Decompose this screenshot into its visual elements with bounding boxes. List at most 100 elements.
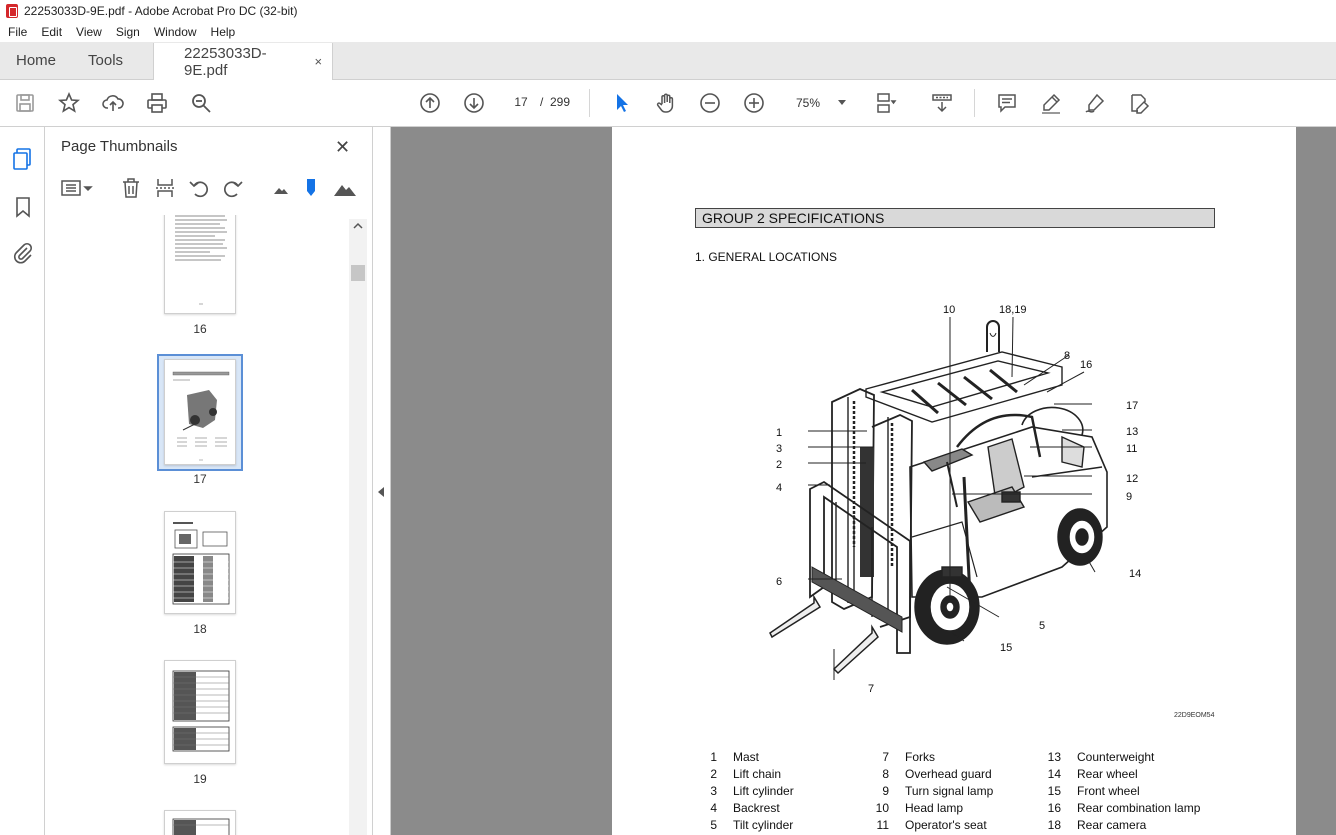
document-viewer[interactable]: GROUP 2 SPECIFICATIONS 1. GENERAL LOCATI… — [391, 127, 1336, 835]
legend-row: 8 Overhead guard — [882, 767, 992, 781]
thumbnail-page-partial[interactable] — [164, 810, 236, 835]
group-heading: GROUP 2 SPECIFICATIONS — [695, 208, 1215, 228]
callout-label: 15 — [1000, 642, 1013, 654]
scrollbar-thumb[interactable] — [351, 265, 365, 281]
thumbnail-tools — [45, 173, 373, 207]
rotate-counterclockwise-icon[interactable] — [188, 177, 210, 199]
page-separator: / — [540, 95, 544, 109]
left-navigation-rail — [0, 127, 45, 835]
legend-row: 9 Turn signal lamp — [882, 784, 994, 798]
callout-label: 1 — [776, 427, 783, 439]
scroll-up-icon[interactable] — [349, 219, 367, 233]
menu-sign[interactable]: Sign — [108, 25, 146, 39]
print-icon[interactable] — [145, 91, 169, 115]
find-zoom-icon[interactable] — [189, 91, 213, 115]
callout-label: 9 — [1126, 491, 1133, 503]
menu-window[interactable]: Window — [146, 25, 203, 39]
tab-home[interactable]: Home — [0, 42, 72, 79]
thumbnail-size-slider-icon[interactable] — [300, 177, 322, 199]
legend-row: 5 Tilt cylinder — [710, 818, 794, 832]
thumbnail-label: 19 — [193, 772, 207, 786]
reduce-thumbnail-icon[interactable] — [270, 177, 292, 199]
callout-label: 6 — [776, 576, 783, 588]
close-icon[interactable]: ✕ — [335, 137, 350, 158]
menu-edit[interactable]: Edit — [33, 25, 68, 39]
figure-code: 22D9EOM54 — [1174, 712, 1215, 719]
menu-bar: File Edit View Sign Window Help — [0, 22, 1336, 42]
thumbnail-page-18[interactable] — [164, 511, 236, 614]
select-cursor-icon[interactable] — [610, 91, 634, 115]
tab-document-label: 22253033D-9E.pdf — [184, 44, 267, 79]
callout-label: 16 — [1080, 359, 1093, 371]
upload-cloud-icon[interactable] — [101, 91, 125, 115]
callout-label: 3 — [776, 443, 783, 455]
thumbnail-preview — [172, 371, 230, 461]
draw-sign-icon[interactable] — [1083, 91, 1107, 115]
page-thumbnails-icon[interactable] — [11, 147, 35, 171]
edit-document-icon[interactable] — [1127, 91, 1151, 115]
zoom-value: 75% — [796, 96, 821, 110]
panel-collapse-handle[interactable] — [373, 127, 391, 835]
save-icon[interactable] — [13, 91, 37, 115]
bookmarks-icon[interactable] — [11, 195, 35, 219]
pdf-page: GROUP 2 SPECIFICATIONS 1. GENERAL LOCATI… — [612, 127, 1296, 835]
callout-label: 5 — [1039, 620, 1046, 632]
chevron-left-icon — [378, 487, 384, 497]
zoom-out-icon[interactable] — [698, 91, 722, 115]
legend-row: 16 Rear combination lamp — [1047, 801, 1201, 815]
legend-row: 2 Lift chain — [710, 767, 782, 781]
page-number-input[interactable]: 17 — [506, 90, 536, 114]
toolbar-divider — [974, 89, 975, 117]
highlight-pen-icon[interactable] — [1039, 91, 1063, 115]
tab-bar: Home Tools 22253033D-9E.pdf × — [0, 42, 1336, 80]
menu-view[interactable]: View — [68, 25, 108, 39]
thumbnail-preview — [172, 670, 230, 752]
next-page-icon[interactable] — [462, 91, 486, 115]
legend-row: 7 Forks — [882, 750, 935, 764]
thumbnail-label: 17 — [193, 472, 207, 486]
acrobat-icon — [6, 4, 18, 18]
thumbnail-options-icon[interactable] — [61, 177, 95, 199]
callout-label: 10 — [943, 304, 956, 316]
legend-column-3: 13 Counterweight 14 Rear wheel 15 Front whe… — [1039, 750, 1201, 835]
callout-label: 2 — [776, 459, 783, 471]
page-display-icon[interactable] — [874, 91, 898, 115]
main-toolbar: 17 / 299 75% — [0, 80, 1336, 127]
menu-help[interactable]: Help — [203, 25, 242, 39]
thumbnail-preview — [172, 522, 230, 605]
bookmark-star-icon[interactable] — [57, 91, 81, 115]
zoom-select[interactable]: 75% — [788, 91, 854, 115]
insert-page-icon[interactable] — [154, 177, 176, 199]
tab-close-icon[interactable]: × — [314, 54, 322, 69]
window-title: 22253033D-9E.pdf - Adobe Acrobat Pro DC … — [24, 4, 298, 18]
thumbnail-page-19[interactable] — [164, 660, 236, 764]
callout-label: 18,19 — [999, 304, 1027, 316]
thumbnail-list[interactable]: 16 17 18 19 — [45, 215, 373, 835]
callout-label: 11 — [1126, 443, 1138, 455]
hand-tool-icon[interactable] — [654, 91, 678, 115]
legend-row: 15 Front wheel — [1047, 784, 1140, 798]
legend-row: 14 Rear wheel — [1047, 767, 1138, 781]
legend-row: 10 Head lamp — [875, 801, 964, 815]
prev-page-icon[interactable] — [418, 91, 442, 115]
callout-label: 17 — [1126, 400, 1139, 412]
attachments-icon[interactable] — [11, 241, 35, 265]
thumbnail-page-16[interactable] — [164, 215, 236, 314]
zoom-in-icon[interactable] — [742, 91, 766, 115]
thumbnail-scrollbar[interactable] — [349, 219, 367, 835]
callout-label: 14 — [1129, 568, 1142, 580]
panel-title: Page Thumbnails — [61, 138, 178, 155]
menu-file[interactable]: File — [0, 25, 33, 39]
enlarge-thumbnail-icon[interactable] — [333, 177, 357, 199]
thumbnail-preview — [172, 818, 230, 835]
scrolling-mode-icon[interactable] — [930, 91, 954, 115]
legend-row: 3 Lift cylinder — [710, 784, 794, 798]
delete-page-icon[interactable] — [120, 177, 142, 199]
tab-tools[interactable]: Tools — [72, 42, 139, 79]
thumbnail-preview — [175, 215, 227, 305]
comment-icon[interactable] — [995, 91, 1019, 115]
thumbnail-page-17[interactable] — [164, 359, 236, 465]
tab-document[interactable]: 22253033D-9E.pdf × — [153, 43, 334, 80]
thumbnails-panel: Page Thumbnails ✕ 16 17 18 19 — [45, 127, 373, 835]
rotate-clockwise-icon[interactable] — [222, 177, 244, 199]
